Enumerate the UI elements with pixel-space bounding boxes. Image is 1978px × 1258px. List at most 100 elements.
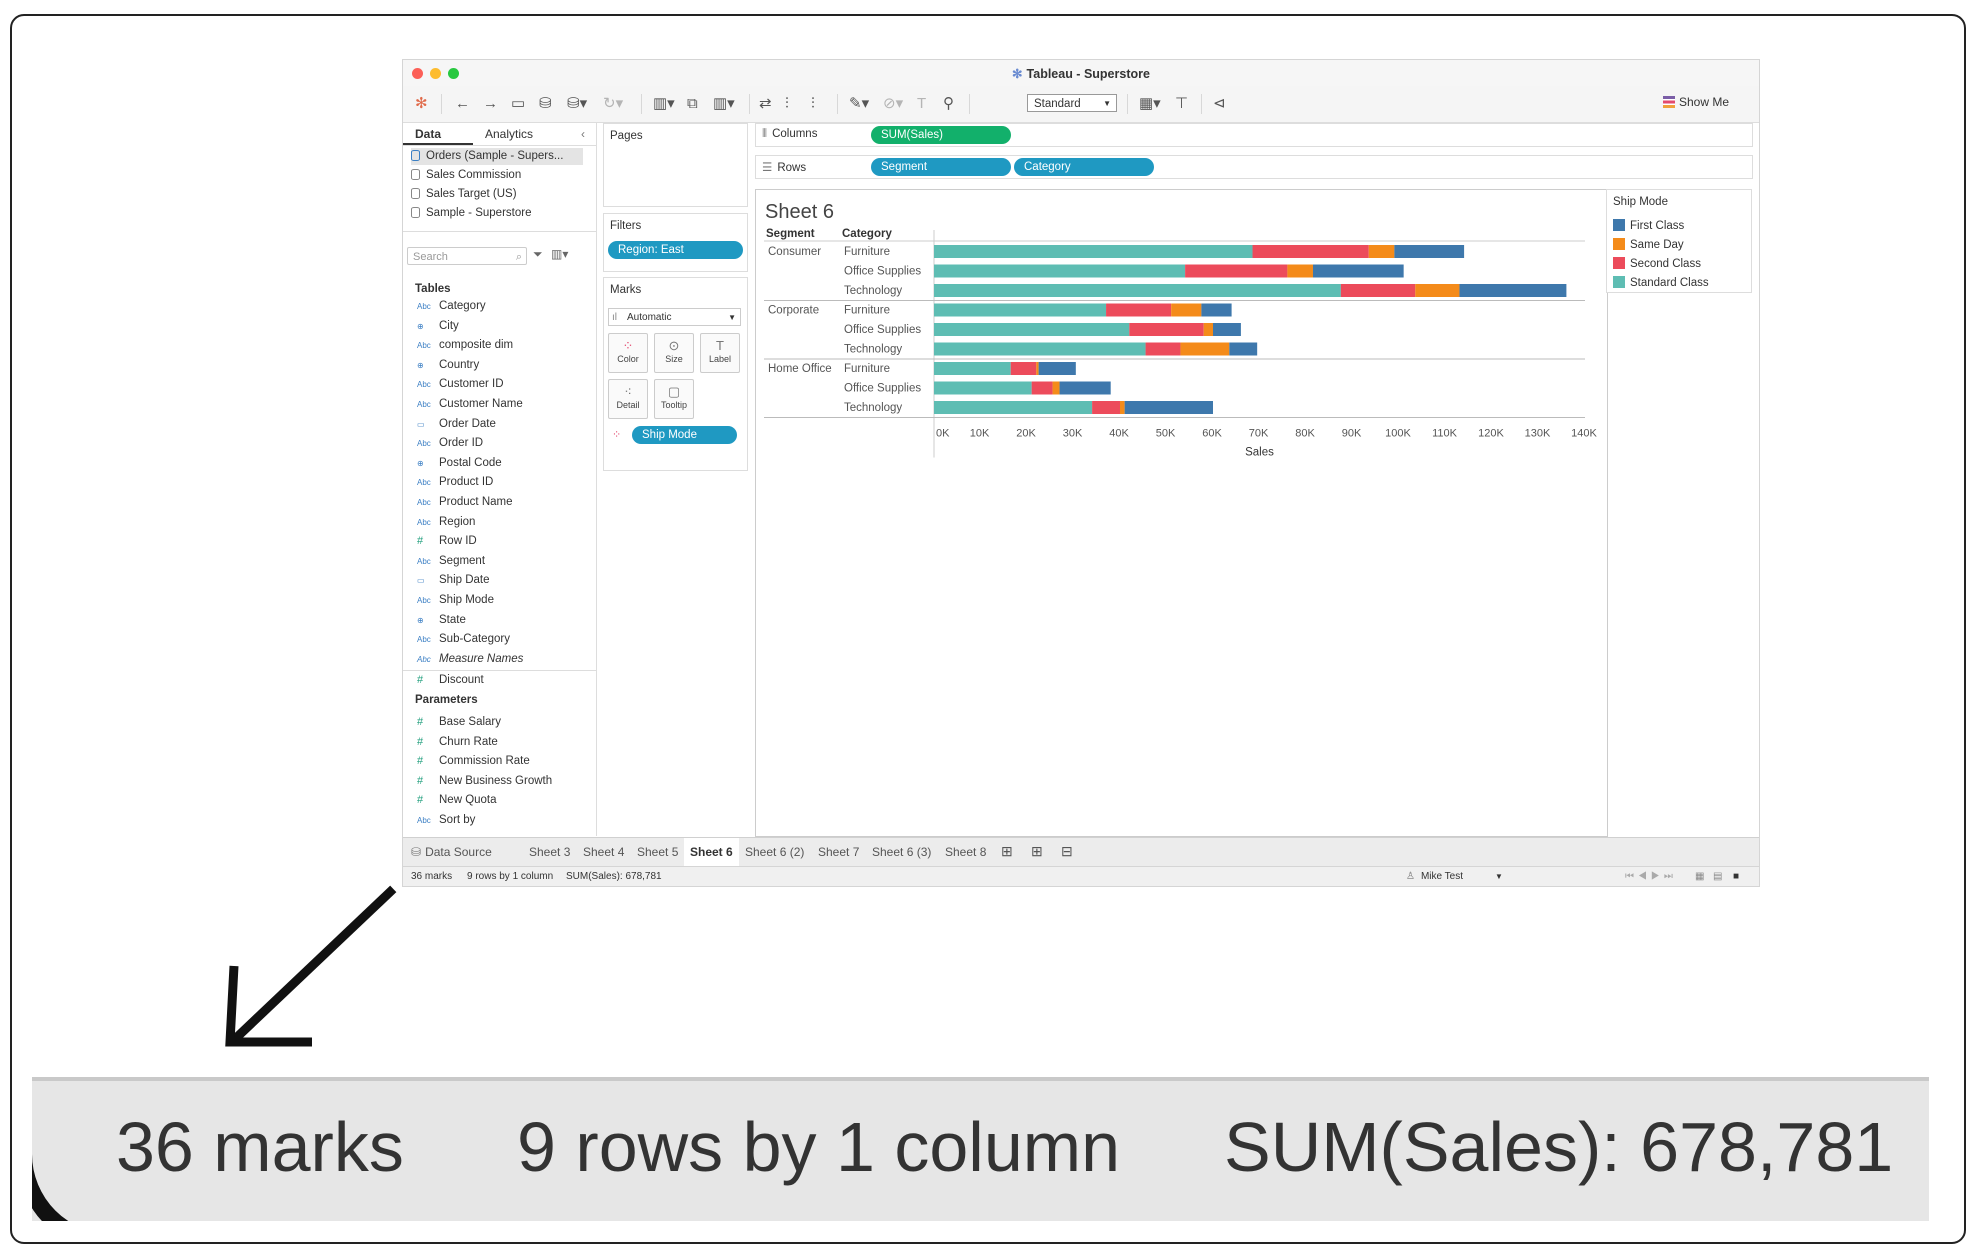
tab-sheet-8[interactable]: Sheet 8 [945,845,986,859]
mark-type-dropdown[interactable]: ıl Automatic ▼ [608,308,741,326]
presentation-mode-icon[interactable]: ⊤ [1175,94,1188,114]
sort-ascending-icon[interactable]: ⫶ [785,94,789,114]
search-input[interactable]: Search ⌕ [407,247,527,265]
field-ship-date[interactable]: ▭ Ship Date [417,571,490,589]
sorter-view-icon[interactable]: ▤ [1713,871,1722,882]
pages-shelf[interactable]: Pages [603,123,748,207]
field-sort-by[interactable]: Abc Sort by [417,811,475,829]
filter-pill-region[interactable]: Region: East [608,241,743,259]
field-composite-dim[interactable]: Abc composite dim [417,336,513,354]
columns-shelf[interactable]: ⦀ Columns SUM(Sales) [755,123,1753,147]
view-options-icon[interactable]: ▥▾ [551,247,568,261]
field-new-quota[interactable]: # New Quota [417,791,497,809]
user-menu[interactable]: ♙ Mike Test ▼ [1406,871,1503,882]
tab-sheet-6-2[interactable]: Sheet 6 (2) [745,845,804,859]
tabs-view-icon[interactable]: ■ [1733,871,1739,882]
highlight-icon[interactable]: ✎▾ [849,94,869,114]
data-source-orders[interactable]: Orders (Sample - Supers... [411,148,583,165]
detail-button[interactable]: ⁖ Detail [608,379,648,419]
data-source-sales-target[interactable]: Sales Target (US) [411,186,517,203]
tab-data[interactable]: Data [415,127,441,141]
show-me-button[interactable]: Show Me [1663,95,1729,109]
group-members-icon[interactable]: ⊘▾ [883,94,903,114]
field-order-date[interactable]: ▭ Order Date [417,415,496,433]
filmstrip-view-icon[interactable]: ▦ [1695,871,1704,882]
show-cards-icon[interactable]: ▦▾ [1139,94,1161,114]
save-icon[interactable]: ▭ [511,94,525,114]
tab-sheet-7[interactable]: Sheet 7 [818,845,859,859]
field-churn-rate[interactable]: # Churn Rate [417,733,498,751]
field-category[interactable]: Abc Category [417,297,486,315]
field-base-salary[interactable]: # Base Salary [417,713,501,731]
share-icon[interactable]: ⊲ [1213,94,1226,114]
tab-sheet-3[interactable]: Sheet 3 [529,845,570,859]
new-worksheet-icon[interactable]: ⊞ [1001,843,1013,860]
sheet-navigation-icon[interactable]: ⏮◀▶⏭ [1625,871,1677,882]
new-worksheet-icon[interactable]: ▥▾ [653,94,675,114]
field-new-business-growth[interactable]: # New Business Growth [417,772,552,790]
field-discount[interactable]: # Discount [417,671,484,689]
field-country[interactable]: ⊕ Country [417,356,479,374]
data-source-sales-commission[interactable]: Sales Commission [411,167,521,184]
legend-item-first-class[interactable]: First Class [1613,217,1684,235]
legend-item-standard-class[interactable]: Standard Class [1613,274,1709,292]
undo-icon[interactable]: ← [455,94,470,114]
rows-shelf[interactable]: ☰ Rows Segment Category [755,155,1753,179]
tooltip-button[interactable]: ▢ Tooltip [654,379,694,419]
tab-analytics[interactable]: Analytics [485,127,533,141]
field-segment[interactable]: Abc Segment [417,552,485,570]
field-product-name[interactable]: Abc Product Name [417,493,513,511]
label-button[interactable]: T Label [700,333,740,373]
color-pill-ship-mode[interactable]: Ship Mode [632,426,737,444]
color-button[interactable]: ⁘ Color [608,333,648,373]
size-button[interactable]: ⊙ Size [654,333,694,373]
stacked-bar-chart[interactable]: Segment Category Consumer Furniture Office S… [756,190,1607,836]
new-story-icon[interactable]: ⊟ [1061,843,1073,860]
worksheet-view: Sheet 6 Segment Category Consumer Furniture… [755,189,1608,837]
rows-pill-category[interactable]: Category [1014,158,1154,176]
bar-segment-standard-class [934,381,1032,395]
new-data-source-icon[interactable]: ⛁ [539,94,552,114]
field-measure-names[interactable]: Abc Measure Names [417,650,523,668]
data-source-tab[interactable]: ⛁ Data Source [411,845,492,859]
clear-sheet-icon[interactable]: ▥▾ [713,94,735,114]
field-region[interactable]: Abc Region [417,513,475,531]
legend-item-same-day[interactable]: Same Day [1613,236,1684,254]
fit-dropdown[interactable]: Standard ▼ [1027,94,1117,112]
field-product-id[interactable]: Abc Product ID [417,473,493,491]
dimension-icon: Abc [417,400,431,409]
data-source-sample-superstore[interactable]: Sample - Superstore [411,205,531,222]
tab-sheet-6[interactable]: Sheet 6 [684,838,739,866]
redo-icon[interactable]: → [483,94,498,114]
field-postal-code[interactable]: ⊕ Postal Code [417,454,502,472]
tab-sheet-6-3[interactable]: Sheet 6 (3) [872,845,931,859]
legend-item-second-class[interactable]: Second Class [1613,255,1701,273]
field-customer-name[interactable]: Abc Customer Name [417,395,523,413]
new-dashboard-icon[interactable]: ⊞ [1031,843,1043,860]
field-ship-mode[interactable]: Abc Ship Mode [417,591,494,609]
dimension-icon: Abc [417,635,431,645]
tableau-home-icon[interactable]: ✻ [415,94,428,114]
tab-sheet-5[interactable]: Sheet 5 [637,845,678,859]
collapse-pane-icon[interactable]: ‹ [581,127,585,141]
tab-sheet-4[interactable]: Sheet 4 [583,845,624,859]
row-header-category: Category [842,228,892,240]
field-commission-rate[interactable]: # Commission Rate [417,752,530,770]
field-customer-id[interactable]: Abc Customer ID [417,375,504,393]
field-order-id[interactable]: Abc Order ID [417,434,483,452]
columns-pill-sum-sales[interactable]: SUM(Sales) [871,126,1011,144]
filters-shelf[interactable]: Filters Region: East [603,213,748,272]
field-state[interactable]: ⊕ State [417,611,466,629]
rows-pill-segment[interactable]: Segment [871,158,1011,176]
field-city[interactable]: ⊕ City [417,317,459,335]
duplicate-sheet-icon[interactable]: ⧉ [687,94,698,114]
show-mark-labels-icon[interactable]: T [917,94,926,114]
pause-updates-icon[interactable]: ⛁▾ [567,94,587,114]
filter-icon[interactable]: ⏷ [533,247,543,262]
field-sub-category[interactable]: Abc Sub-Category [417,630,510,648]
field-row-id[interactable]: # Row ID [417,532,477,550]
swap-rows-columns-icon[interactable]: ⇄ [759,94,772,114]
fix-axes-icon[interactable]: ⚲ [943,94,954,114]
refresh-icon[interactable]: ↻▾ [603,94,623,114]
sort-descending-icon[interactable]: ⫶ [811,94,815,114]
